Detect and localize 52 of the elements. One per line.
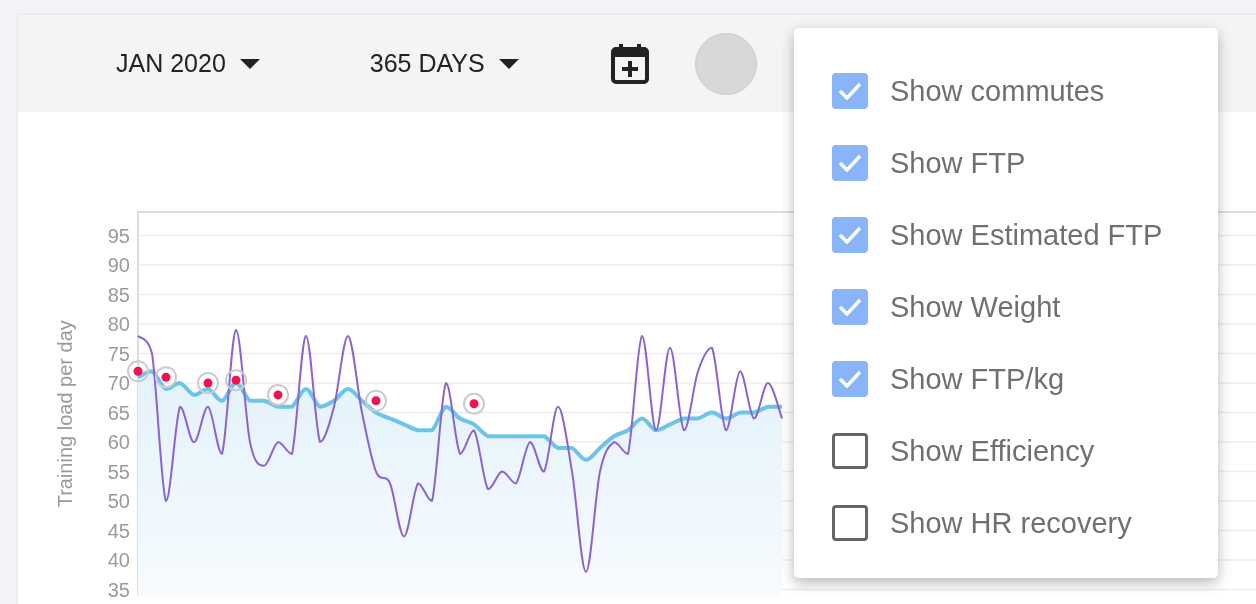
menu-item-label: Show FTP — [890, 146, 1026, 180]
data-point[interactable] — [197, 372, 219, 395]
y-axis-label: Training load per day — [54, 320, 76, 508]
calendar-add-icon[interactable] — [610, 43, 649, 84]
menu-item[interactable]: Show Efficiency — [794, 415, 1218, 487]
y-tick-label: 40 — [107, 549, 130, 572]
y-tick-label: 80 — [107, 313, 130, 336]
checkbox[interactable] — [832, 217, 868, 253]
y-tick-label: 90 — [107, 254, 130, 277]
menu-item-label: Show HR recovery — [890, 506, 1132, 540]
checkmark-icon — [838, 226, 862, 244]
checkmark-icon — [838, 82, 862, 100]
checkbox[interactable] — [832, 289, 868, 325]
data-point[interactable] — [155, 366, 177, 389]
checkmark-icon — [838, 370, 862, 388]
data-point[interactable] — [365, 389, 387, 412]
menu-item[interactable]: Show HR recovery — [794, 487, 1218, 559]
data-point[interactable] — [225, 369, 247, 392]
data-point[interactable] — [463, 392, 485, 415]
caret-icon — [498, 58, 519, 69]
checkbox[interactable] — [832, 145, 868, 181]
menu-item[interactable]: Show commutes — [794, 55, 1218, 127]
checkbox[interactable] — [832, 73, 868, 109]
menu-item-label: Show Efficiency — [890, 434, 1095, 468]
data-point[interactable] — [267, 383, 289, 406]
checkbox[interactable] — [832, 505, 868, 541]
y-tick-label: 55 — [107, 460, 130, 483]
caret-icon — [239, 58, 260, 69]
y-tick-label: 65 — [107, 401, 130, 424]
checkbox[interactable] — [832, 361, 868, 397]
menu-item-label: Show FTP/kg — [890, 362, 1065, 396]
range-dropdown[interactable]: 365 DAYS — [351, 43, 537, 84]
y-tick-label: 95 — [107, 224, 130, 247]
checkmark-icon — [838, 298, 862, 316]
month-dropdown[interactable]: JAN 2020 — [98, 43, 278, 84]
menu-item-label: Show commutes — [890, 74, 1105, 108]
y-tick-label: 60 — [107, 431, 130, 454]
menu-item-label: Show Weight — [890, 290, 1061, 324]
y-tick-label: 70 — [107, 372, 130, 395]
y-tick-label: 50 — [107, 490, 130, 513]
data-point[interactable] — [127, 360, 149, 383]
menu-item[interactable]: Show Weight — [794, 271, 1218, 343]
menu-item-label: Show Estimated FTP — [890, 218, 1163, 252]
menu-item[interactable]: Show FTP — [794, 127, 1218, 199]
y-tick-label: 85 — [107, 283, 130, 306]
menu-item[interactable]: Show Estimated FTP — [794, 199, 1218, 271]
menu-item[interactable]: Show FTP/kg — [794, 343, 1218, 415]
y-tick-label: 75 — [107, 342, 130, 365]
checkmark-icon — [838, 154, 862, 172]
y-tick-label: 45 — [107, 519, 130, 542]
checkbox[interactable] — [832, 433, 868, 469]
y-tick-label: 35 — [107, 578, 130, 601]
